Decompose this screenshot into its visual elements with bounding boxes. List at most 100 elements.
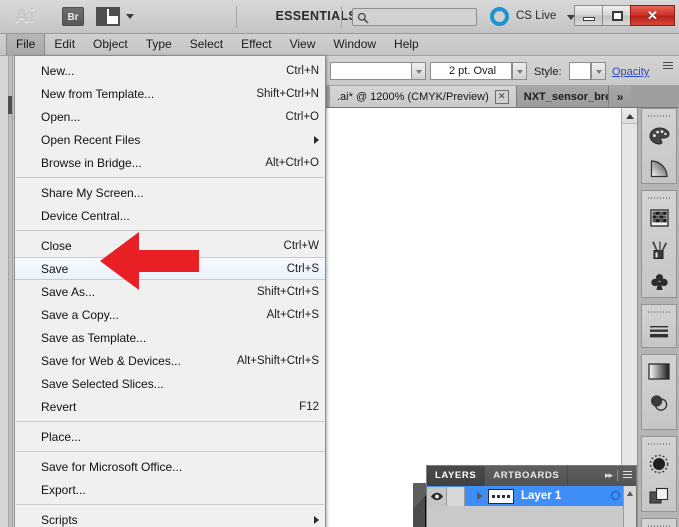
- application-title-bar: Ai Br ESSENTIALS CS Live ✕: [0, 0, 679, 34]
- search-icon: [357, 12, 369, 24]
- menu-item-new-from-template[interactable]: New from Template... Shift+Ctrl+N: [15, 82, 325, 105]
- panel-expand-icon[interactable]: ▸▸: [605, 470, 613, 481]
- menu-item-label: Share My Screen...: [41, 185, 144, 200]
- graphic-styles-icon[interactable]: [642, 480, 676, 512]
- tab-layers[interactable]: LAYERS: [427, 466, 486, 486]
- menu-separator: [16, 177, 324, 178]
- document-tab-label: NXT_sensor_bre: [523, 90, 609, 103]
- close-icon[interactable]: ✕: [494, 89, 509, 104]
- tools-panel-grip[interactable]: [8, 56, 13, 527]
- menu-separator: [16, 230, 324, 231]
- visibility-eye-icon[interactable]: [427, 486, 447, 506]
- tab-artboards[interactable]: ARTBOARDS: [485, 466, 569, 486]
- menu-item-share-my-screen[interactable]: Share My Screen...: [15, 181, 325, 204]
- menu-item-label: Place...: [41, 429, 82, 444]
- brush-definition-dropdown[interactable]: [512, 62, 527, 80]
- tools-panel-handle[interactable]: [8, 96, 12, 114]
- menu-item-close[interactable]: Close Ctrl+W: [15, 234, 325, 257]
- style-swatch-field[interactable]: [569, 62, 591, 80]
- transparency-icon[interactable]: [642, 387, 676, 419]
- layer-name[interactable]: Layer 1: [521, 490, 561, 502]
- menu-item-save-as[interactable]: Save As... Shift+Ctrl+S: [15, 280, 325, 303]
- dock-grip[interactable]: [648, 307, 670, 316]
- dock-grip[interactable]: [648, 439, 670, 448]
- menu-item-open-recent-files[interactable]: Open Recent Files: [15, 128, 325, 151]
- minimize-button[interactable]: [574, 5, 603, 26]
- menu-item-label: Close: [41, 238, 72, 253]
- menu-item-effect[interactable]: Effect: [232, 34, 280, 55]
- control-bar-menu-icon[interactable]: [659, 62, 673, 74]
- menu-item-label: Scripts: [41, 512, 78, 527]
- menu-item-open[interactable]: Open... Ctrl+O: [15, 105, 325, 128]
- menu-item-view[interactable]: View: [281, 34, 325, 55]
- swatches-icon[interactable]: [642, 202, 676, 234]
- symbols-icon[interactable]: [642, 266, 676, 298]
- opacity-link[interactable]: Opacity: [612, 66, 649, 78]
- close-icon: ✕: [647, 8, 658, 23]
- target-indicator-icon[interactable]: [611, 491, 620, 500]
- menu-item-shortcut: Alt+Shift+Ctrl+S: [236, 354, 319, 367]
- menu-item-revert[interactable]: Revert F12: [15, 395, 325, 418]
- dock-grip[interactable]: [648, 521, 670, 527]
- brush-definition-field[interactable]: 2 pt. Oval: [430, 62, 512, 80]
- dock-grip[interactable]: [648, 193, 670, 202]
- stroke-icon[interactable]: [642, 316, 676, 348]
- panel-options-menu-icon[interactable]: [623, 471, 632, 480]
- restore-button[interactable]: [602, 5, 631, 26]
- stroke-profile-dropdown[interactable]: [411, 62, 426, 80]
- menu-item-object[interactable]: Object: [84, 34, 137, 55]
- menu-item-shortcut: Alt+Ctrl+S: [266, 308, 319, 321]
- bridge-button[interactable]: Br: [62, 7, 84, 26]
- document-tab-active[interactable]: .ai* @ 1200% (CMYK/Preview) ✕: [330, 86, 517, 107]
- style-dropdown[interactable]: [591, 62, 606, 80]
- menu-item-save-as-template[interactable]: Save as Template...: [15, 326, 325, 349]
- divider: [236, 6, 237, 28]
- menu-item-browse-in-bridge[interactable]: Browse in Bridge... Alt+Ctrl+O: [15, 151, 325, 174]
- menu-item-label: New...: [41, 63, 75, 78]
- close-button[interactable]: ✕: [630, 5, 675, 26]
- menu-item-label: Browse in Bridge...: [41, 155, 142, 170]
- gradient-panel-icon[interactable]: [642, 355, 676, 387]
- search-input[interactable]: [352, 8, 477, 26]
- divider: [341, 6, 342, 28]
- chevron-down-icon[interactable]: [126, 14, 134, 19]
- menu-item-save-for-microsoft-office[interactable]: Save for Microsoft Office...: [15, 455, 325, 478]
- menu-item-export[interactable]: Export...: [15, 478, 325, 501]
- lock-toggle-cell[interactable]: [447, 486, 465, 506]
- menu-item-window[interactable]: Window: [324, 34, 385, 55]
- dock-grip[interactable]: [648, 111, 670, 120]
- appearance-icon[interactable]: [642, 448, 676, 480]
- expand-triangle-icon[interactable]: [472, 487, 488, 506]
- menu-item-select[interactable]: Select: [181, 34, 232, 55]
- scroll-up-arrow-icon[interactable]: [622, 108, 637, 124]
- arrange-documents-icon[interactable]: [96, 7, 120, 26]
- menu-item-place[interactable]: Place...: [15, 425, 325, 448]
- gradient-icon[interactable]: [642, 152, 676, 184]
- menu-bar-items: File Edit Object Type Select Effect View Window…: [0, 34, 679, 55]
- menu-item-save-a-copy[interactable]: Save a Copy... Alt+Ctrl+S: [15, 303, 325, 326]
- document-tab-inactive[interactable]: NXT_sensor_bre: [516, 86, 609, 107]
- cs-live-label[interactable]: CS Live: [516, 10, 556, 22]
- menu-item-shortcut: Ctrl+N: [286, 64, 319, 77]
- menu-item-shortcut: F12: [299, 400, 319, 413]
- stroke-profile-field[interactable]: [330, 62, 415, 80]
- menu-item-shortcut: Ctrl+W: [283, 239, 319, 252]
- menu-item-new[interactable]: New... Ctrl+N: [15, 59, 325, 82]
- color-palette-icon[interactable]: [642, 120, 676, 152]
- menu-item-file[interactable]: File: [6, 34, 46, 55]
- menu-item-device-central[interactable]: Device Central...: [15, 204, 325, 227]
- menu-item-save-for-web-devices[interactable]: Save for Web & Devices... Alt+Shift+Ctrl+…: [15, 349, 325, 372]
- menu-item-scripts[interactable]: Scripts: [15, 508, 325, 527]
- minimize-icon: [583, 17, 595, 21]
- menu-item-save[interactable]: Save Ctrl+S: [15, 257, 325, 280]
- menu-item-help[interactable]: Help: [385, 34, 428, 55]
- workspace-switcher-label[interactable]: ESSENTIALS: [276, 9, 358, 23]
- menu-item-save-selected-slices[interactable]: Save Selected Slices...: [15, 372, 325, 395]
- cs-live-icon[interactable]: [490, 7, 509, 26]
- brushes-icon[interactable]: [642, 234, 676, 266]
- layer-row-layer-1[interactable]: Layer 1: [427, 486, 636, 506]
- tab-overflow-button[interactable]: »: [608, 86, 632, 107]
- layers-scrollbar[interactable]: [623, 486, 636, 527]
- menu-item-type[interactable]: Type: [137, 34, 181, 55]
- menu-item-edit[interactable]: Edit: [45, 34, 84, 55]
